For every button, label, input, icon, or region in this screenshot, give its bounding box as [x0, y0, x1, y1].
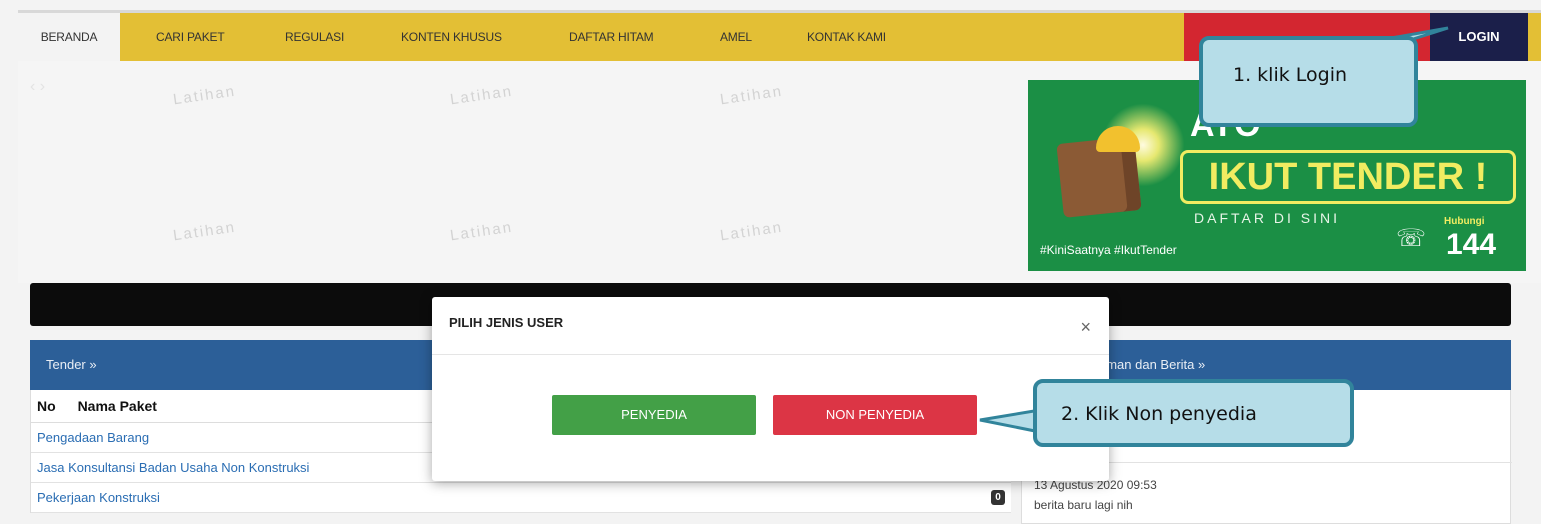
callout-pointer-2 — [979, 408, 1042, 434]
callout-step-2: 2. Klik Non penyedia — [1033, 379, 1354, 447]
callout-step-1: 1. klik Login — [1199, 36, 1418, 127]
page-frame: BERANDA CARI PAKET REGULASI KONTEN KHUSU… — [0, 0, 1541, 524]
